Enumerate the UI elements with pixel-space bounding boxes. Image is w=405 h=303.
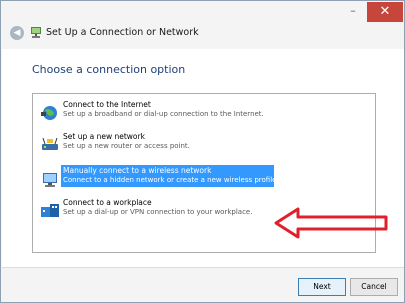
workplace-icon [41,204,59,217]
option-title: Set up a new network [63,132,145,141]
next-button[interactable]: Next [298,278,346,296]
content-area: Choose a connection option Connect to th… [2,49,404,267]
option-description: Set up a broadband or dial-up connection… [63,110,264,118]
wireless-computer-icon [43,173,57,187]
option-description: Connect to a hidden network or create a … [63,176,279,184]
minimize-button[interactable]: – [345,5,361,21]
option-title: Connect to a workplace [63,198,152,207]
network-setup-icon [31,27,41,38]
title-bar[interactable]: – ✕ [2,2,404,24]
header: ◀ Set Up a Connection or Network [2,24,404,48]
back-button[interactable]: ◀ [10,26,24,40]
option-title: Connect to the Internet [63,100,151,109]
option-description: Set up a new router or access point. [63,142,190,150]
option-manual-wireless[interactable]: Manually connect to a wireless network C… [39,165,371,194]
close-button[interactable]: ✕ [367,2,403,22]
globe-network-icon [41,106,57,120]
option-new-network[interactable]: Set up a new network Set up a new router… [39,132,371,160]
option-title: Manually connect to a wireless network [63,166,212,175]
cancel-button[interactable]: Cancel [350,278,398,296]
footer: Next Cancel [2,267,404,302]
router-icon [42,137,58,150]
dialog-window: – ✕ ◀ Set Up a Connection or Network Cho… [0,0,405,303]
option-description: Set up a dial-up or VPN connection to yo… [63,208,253,216]
window-title: Set Up a Connection or Network [46,27,199,38]
red-arrow-annotation [274,207,388,239]
option-connect-internet[interactable]: Connect to the Internet Set up a broadba… [39,100,371,128]
page-title: Choose a connection option [32,63,186,76]
